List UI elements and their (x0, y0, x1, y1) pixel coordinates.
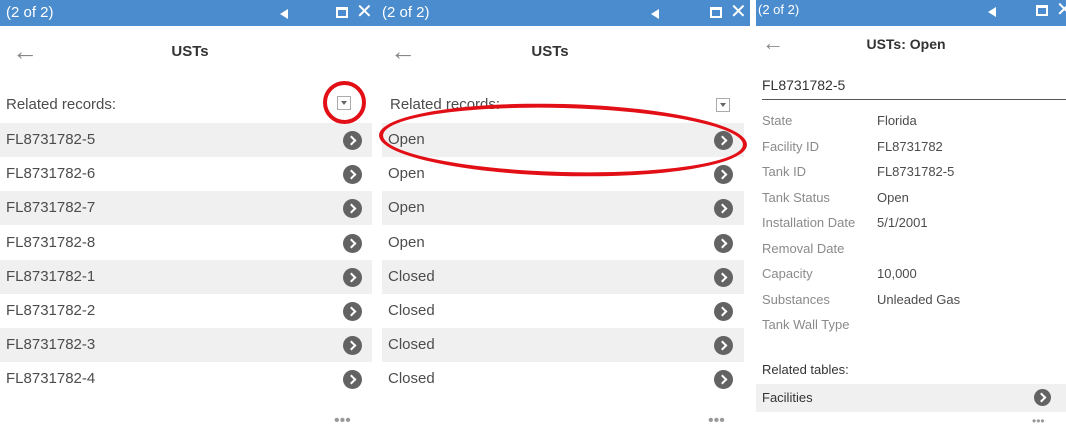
list-item[interactable]: FL8731782-3 (0, 328, 372, 363)
list-item[interactable]: FL8731782-5 (0, 123, 372, 157)
list-item-label: FL8731782-8 (6, 233, 96, 251)
list-item-label: Open (388, 233, 425, 251)
more-options-icon[interactable]: ••• (1032, 415, 1045, 427)
feature-count: (2 of 2) (6, 4, 54, 21)
attribute-value: FL8731782-5 (877, 164, 955, 179)
popup-title-bar: (2 of 2) ✕ (380, 0, 750, 26)
close-icon[interactable]: ✕ (356, 1, 373, 23)
feature-count: (2 of 2) (382, 4, 430, 21)
chevron-right-circle-icon[interactable] (343, 336, 362, 356)
previous-triangle-icon[interactable] (280, 9, 288, 19)
chevron-right-circle-icon[interactable] (1034, 389, 1051, 406)
attribute-value: FL8731782 (877, 138, 943, 154)
chevron-right-circle-icon[interactable] (714, 233, 733, 253)
list-item-label: Open (388, 199, 425, 217)
chevron-right-circle-icon[interactable] (343, 370, 362, 390)
list-item[interactable]: FL8731782-1 (0, 259, 372, 294)
chevron-right-circle-icon[interactable] (714, 199, 733, 219)
related-table-label: Facilities (762, 390, 813, 405)
popup-title-bar: (2 of 2) ✕ (0, 0, 380, 26)
related-table-row[interactable]: Facilities (756, 384, 1066, 412)
list-item-label: Closed (388, 370, 435, 388)
more-options-icon[interactable]: ••• (708, 413, 725, 429)
dropdown-icon[interactable] (716, 98, 730, 112)
more-options-icon[interactable]: ••• (334, 413, 351, 429)
chevron-right-circle-icon[interactable] (714, 267, 733, 287)
attribute-value: 5/1/2001 (877, 215, 928, 230)
popup-header: ← USTs: Open (756, 26, 1066, 70)
highlight-circle-dropdown (323, 81, 366, 124)
chevron-right-circle-icon[interactable] (343, 233, 362, 253)
page-title: USTs: Open (866, 36, 946, 52)
maximize-icon[interactable] (336, 7, 348, 18)
list-item-label: FL8731782-4 (6, 370, 96, 388)
attribute-value: Unleaded Gas (877, 291, 961, 307)
list-item[interactable]: Closed (382, 362, 744, 396)
list-item-label: Closed (388, 267, 435, 285)
list-item[interactable]: FL8731782-7 (0, 191, 372, 226)
list-item-label: FL8731782-7 (6, 199, 96, 217)
feature-count: (2 of 2) (758, 2, 800, 17)
list-item[interactable]: Open (382, 191, 744, 226)
list-item-label: Open (388, 165, 425, 183)
list-item[interactable]: FL8731782-6 (0, 157, 372, 191)
list-item-label: Closed (388, 336, 435, 354)
close-icon[interactable]: ✕ (730, 1, 747, 23)
attribute-key: State (762, 113, 793, 128)
attribute-key: Tank Wall Type (762, 317, 850, 332)
list-item-label: FL8731782-6 (6, 165, 96, 183)
popup-header: ← USTs (0, 26, 380, 84)
list-item[interactable]: Closed (382, 294, 744, 328)
list-item-label: FL8731782-3 (6, 336, 96, 354)
attribute-key: Facility ID (762, 138, 820, 154)
attribute-key: Tank Status (762, 189, 830, 205)
attribute-key: Removal Date (762, 240, 845, 256)
chevron-right-circle-icon[interactable] (714, 302, 733, 321)
previous-triangle-icon[interactable] (651, 9, 659, 19)
list-item-label: FL8731782-5 (6, 131, 96, 148)
related-tables-label: Related tables: (762, 362, 849, 377)
popup-panel-2: (2 of 2) ✕ ← USTs Related records: Open O… (380, 0, 750, 435)
chevron-right-circle-icon[interactable] (343, 131, 362, 150)
list-item[interactable]: Closed (382, 259, 744, 294)
list-item-label: FL8731782-1 (6, 267, 96, 285)
chevron-right-circle-icon[interactable] (343, 165, 362, 185)
chevron-right-circle-icon[interactable] (343, 267, 362, 287)
list-item[interactable]: FL8731782-2 (0, 294, 372, 328)
page-title: USTs (531, 43, 569, 60)
chevron-right-circle-icon[interactable] (343, 302, 362, 321)
popup-title-bar: (2 of 2) ✕ (756, 0, 1066, 26)
list-item-label: FL8731782-2 (6, 302, 96, 319)
maximize-icon[interactable] (710, 7, 722, 18)
list-item[interactable]: FL8731782-4 (0, 362, 372, 396)
close-icon[interactable]: ✕ (1056, 0, 1066, 21)
popup-header: ← USTs (380, 26, 750, 84)
attribute-key: Tank ID (762, 164, 807, 179)
divider (762, 99, 1066, 100)
list-item-label: Closed (388, 302, 435, 319)
chevron-right-circle-icon[interactable] (714, 370, 733, 390)
page-title: USTs (171, 43, 209, 60)
attribute-value: Florida (877, 113, 917, 128)
attribute-value: 10,000 (877, 266, 917, 281)
chevron-right-circle-icon[interactable] (343, 199, 362, 219)
maximize-icon[interactable] (1036, 5, 1048, 16)
popup-panel-1: (2 of 2) ✕ ← USTs Related records: FL873… (0, 0, 380, 435)
list-item[interactable]: Open (382, 226, 744, 260)
record-id: FL8731782-5 (762, 77, 846, 93)
attribute-key: Capacity (762, 266, 813, 281)
chevron-right-circle-icon[interactable] (714, 336, 733, 356)
previous-triangle-icon[interactable] (988, 7, 996, 17)
list-item[interactable]: Closed (382, 328, 744, 363)
list-item[interactable]: FL8731782-8 (0, 226, 372, 260)
chevron-right-circle-icon[interactable] (714, 165, 733, 185)
attribute-key: Installation Date (762, 215, 856, 230)
attribute-value: Open (877, 189, 909, 205)
attribute-key: Substances (762, 291, 830, 307)
popup-panel-3: (2 of 2) ✕ ← USTs: Open FL8731782-5 Stat… (756, 0, 1066, 435)
related-records-label: Related records: (6, 96, 117, 113)
